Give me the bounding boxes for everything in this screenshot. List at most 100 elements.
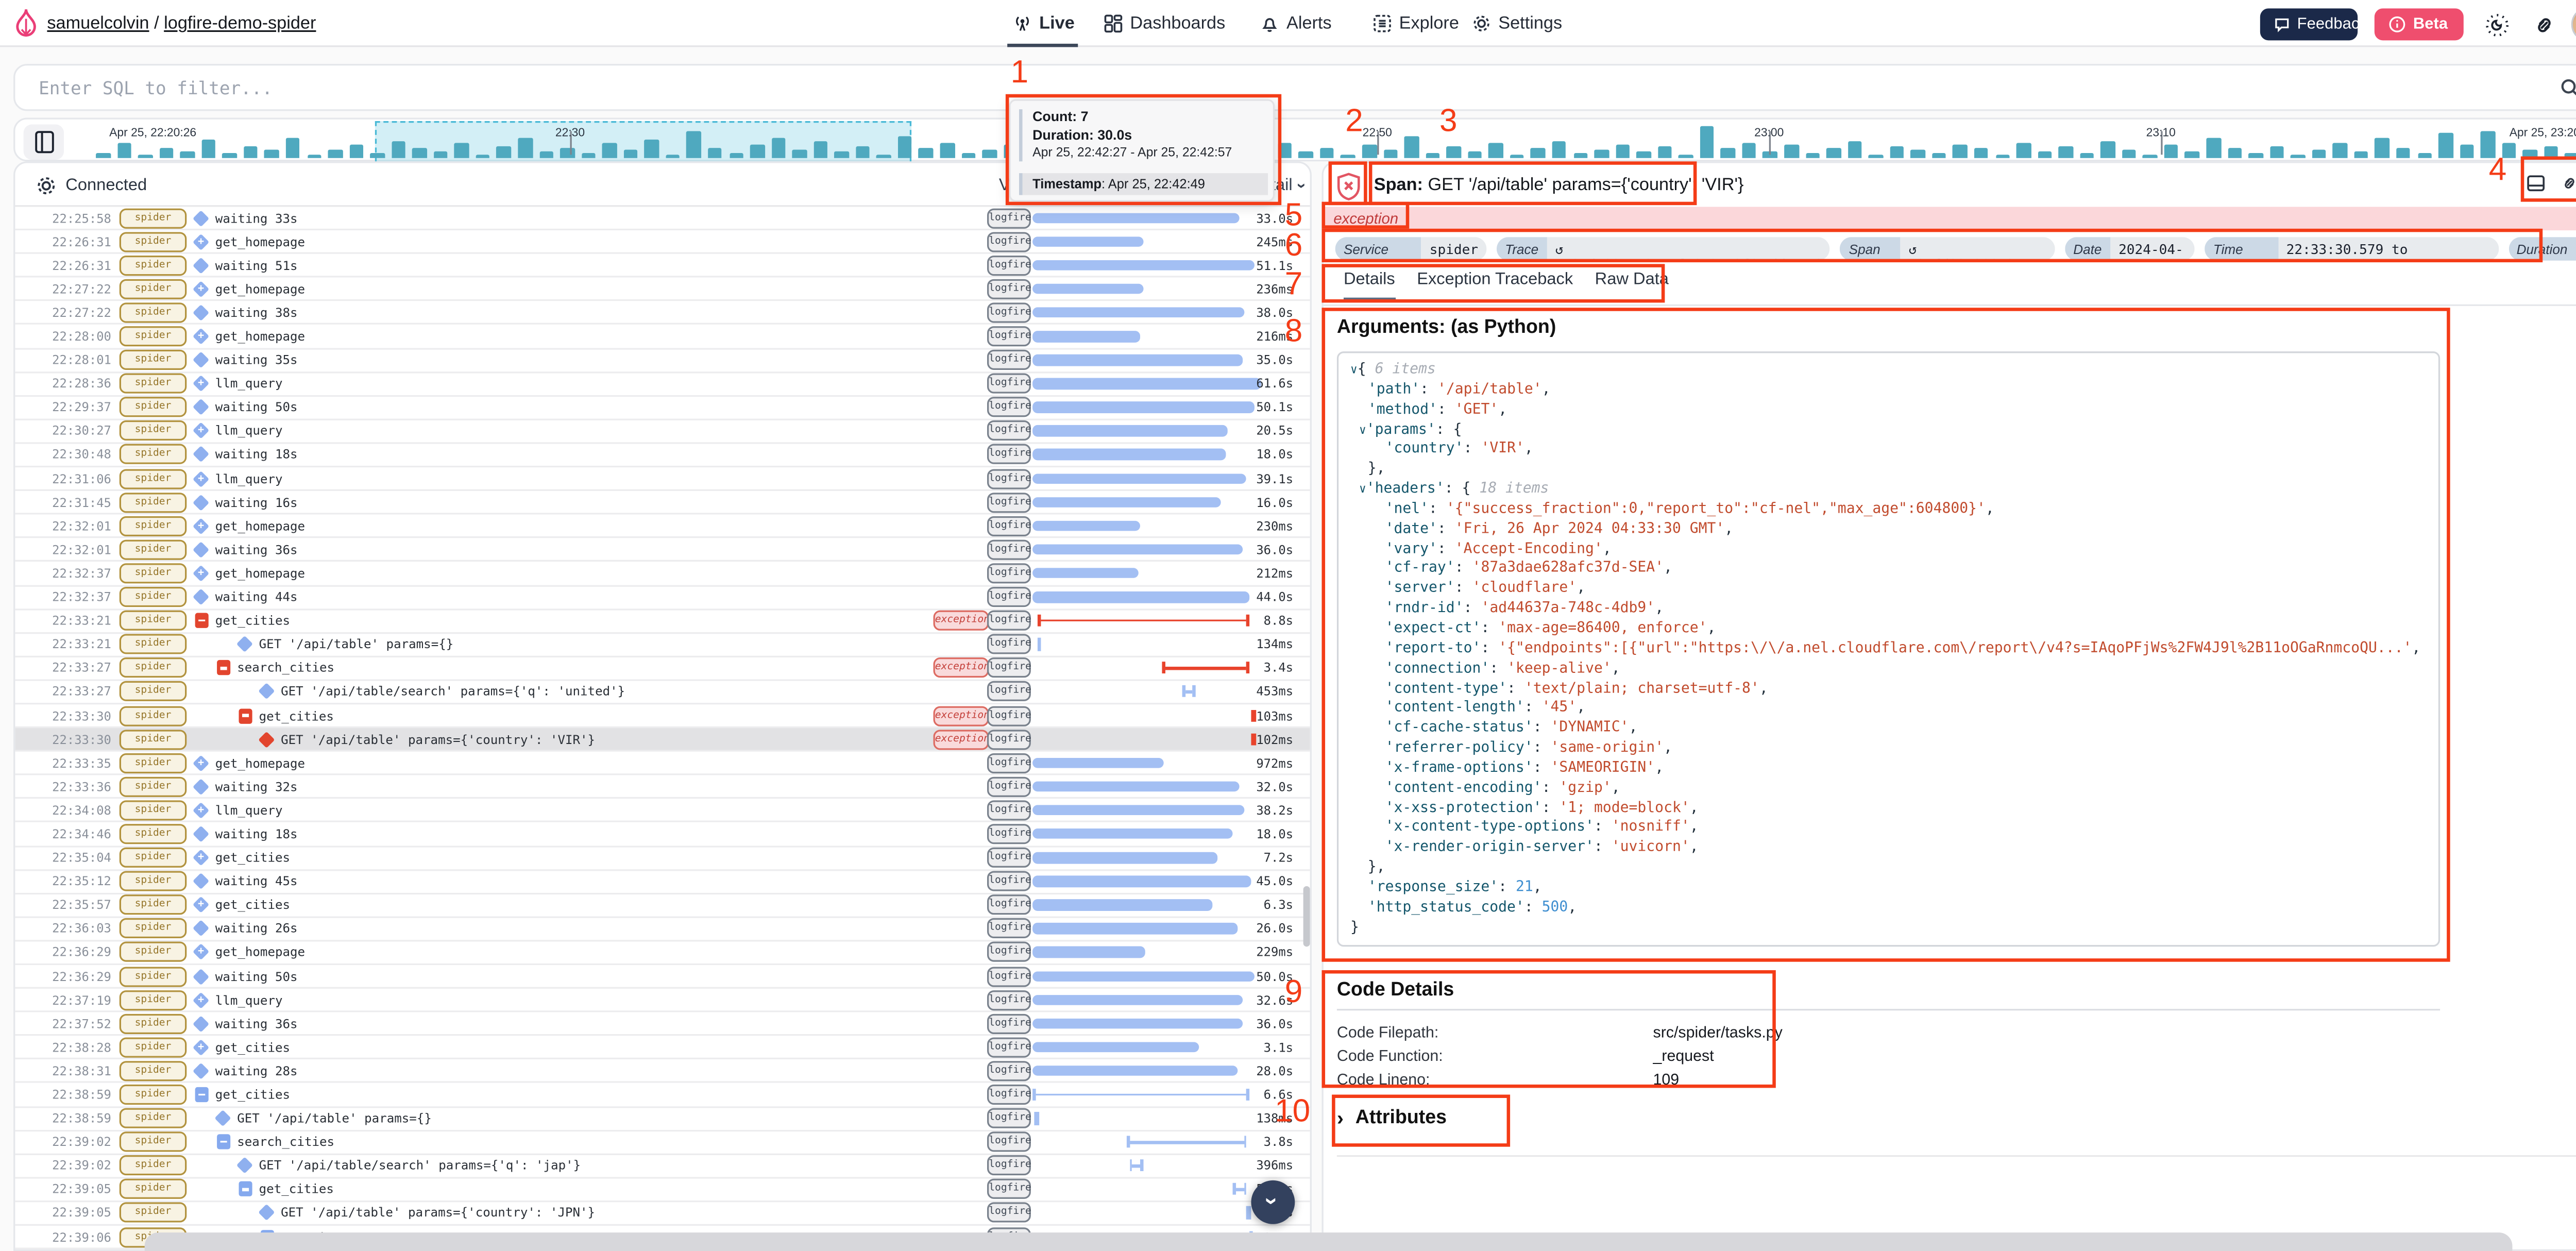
breadcrumb-project-link[interactable]: logfire-demo-spider: [164, 13, 316, 33]
trace-row[interactable]: 22:29:37spiderwaiting 50slogfire50.1s: [15, 396, 1310, 420]
span-diamond-icon[interactable]: [258, 683, 275, 700]
trace-row[interactable]: 22:31:06spider+llm_querylogfire39.1s: [15, 467, 1310, 491]
tab-live[interactable]: Live: [1012, 0, 1075, 47]
histogram-bar[interactable]: [1742, 143, 1756, 158]
share-link-icon[interactable]: [2531, 12, 2557, 39]
span-diamond-icon[interactable]: [193, 352, 209, 368]
histogram-bar[interactable]: [1700, 126, 1714, 158]
histogram-bar[interactable]: [518, 138, 532, 158]
trace-row[interactable]: 22:33:21spiderGET '/api/table' params={}…: [15, 633, 1310, 657]
histogram-bar[interactable]: [708, 148, 722, 158]
histogram-bar[interactable]: [2143, 155, 2157, 158]
span-diamond-icon[interactable]: [193, 920, 209, 937]
histogram-bar[interactable]: [1531, 148, 1546, 158]
trace-row[interactable]: 22:26:31spiderwaiting 51slogfire51.1s: [15, 254, 1310, 278]
collapse-error-icon[interactable]: [217, 661, 229, 675]
avatar[interactable]: [2571, 7, 2576, 42]
span-diamond-icon[interactable]: [193, 305, 209, 321]
histogram-bar[interactable]: [856, 146, 870, 158]
trace-row[interactable]: 22:30:27spider+llm_querylogfire20.5s: [15, 420, 1310, 444]
histogram-bar[interactable]: [391, 141, 405, 158]
histogram-bar[interactable]: [2101, 141, 2115, 158]
tab-settings[interactable]: Settings: [1471, 0, 1562, 47]
collapse-error-icon[interactable]: [239, 708, 251, 723]
histogram-bar[interactable]: [2248, 153, 2263, 158]
histogram-bar[interactable]: [2185, 151, 2199, 158]
histogram-bar[interactable]: [1426, 153, 1440, 158]
logfire-logo-icon[interactable]: [13, 7, 39, 40]
scrollbar-thumb[interactable]: [1303, 886, 1309, 946]
histogram-bar[interactable]: [223, 153, 237, 158]
histogram-bar[interactable]: [2269, 146, 2284, 158]
histogram-bar[interactable]: [1510, 155, 1524, 158]
trace-row[interactable]: 22:28:01spiderwaiting 35slogfire35.0s: [15, 349, 1310, 373]
timeline-panel-toggle[interactable]: [24, 124, 64, 159]
histogram-bar[interactable]: [792, 149, 807, 158]
histogram-bar[interactable]: [1995, 155, 2010, 158]
histogram-bar[interactable]: [2438, 133, 2453, 158]
histogram-bar[interactable]: [1404, 136, 1419, 158]
trace-row[interactable]: 22:32:01spiderwaiting 36slogfire36.0s: [15, 538, 1310, 562]
span-expand-icon[interactable]: +: [193, 991, 209, 1008]
trace-row[interactable]: 22:38:28spider+get_citieslogfire3.1s: [15, 1036, 1310, 1060]
histogram-bar[interactable]: [581, 153, 596, 158]
histogram-bar[interactable]: [244, 146, 258, 158]
histogram-bar[interactable]: [1615, 145, 1630, 158]
histogram-bar[interactable]: [602, 143, 617, 158]
span-diamond-icon[interactable]: [214, 1110, 231, 1126]
histogram-bar[interactable]: [687, 131, 701, 158]
span-expand-icon[interactable]: +: [193, 233, 209, 250]
histogram-bar[interactable]: [1447, 146, 1461, 158]
trace-row[interactable]: 22:28:00spider+get_homepagelogfire216ms: [15, 325, 1310, 349]
histogram-bar[interactable]: [2291, 155, 2305, 158]
histogram-bar[interactable]: [1489, 143, 1503, 158]
trace-row[interactable]: 22:38:59spiderGET '/api/table' params={}…: [15, 1107, 1310, 1131]
tab-explore[interactable]: Explore: [1372, 0, 1459, 47]
histogram-bar[interactable]: [940, 143, 955, 158]
histogram-bar[interactable]: [2059, 146, 2073, 158]
histogram-bar[interactable]: [159, 148, 174, 158]
histogram-bar[interactable]: [1848, 141, 1862, 158]
histogram-bar[interactable]: [370, 153, 385, 158]
connection-settings-icon[interactable]: [36, 174, 57, 196]
histogram-bar[interactable]: [919, 148, 934, 158]
histogram-bar[interactable]: [645, 140, 659, 158]
histogram-bar[interactable]: [1341, 155, 1355, 158]
trace-row[interactable]: 22:35:57spider+get_citieslogfire6.3s: [15, 894, 1310, 918]
span-expand-icon[interactable]: +: [193, 802, 209, 818]
histogram-bar[interactable]: [96, 153, 110, 158]
histogram-bar[interactable]: [2375, 138, 2389, 158]
histogram-bar[interactable]: [328, 149, 343, 158]
trace-row[interactable]: 22:37:52spiderwaiting 36slogfire36.0s: [15, 1012, 1310, 1036]
span-diamond-icon[interactable]: [193, 257, 209, 274]
histogram-bar[interactable]: [1932, 153, 1946, 158]
histogram-bar[interactable]: [1679, 155, 1693, 158]
span-expand-icon[interactable]: +: [193, 1039, 209, 1055]
trace-row[interactable]: 22:36:29spider+get_homepagelogfire229ms: [15, 941, 1310, 965]
theme-toggle-icon[interactable]: [2484, 12, 2511, 39]
trace-row[interactable]: 22:26:31spider+get_homepagelogfire245ms: [15, 230, 1310, 254]
beta-button[interactable]: Beta: [2375, 8, 2464, 40]
histogram-bar[interactable]: [1911, 149, 1925, 158]
span-diamond-icon[interactable]: [193, 494, 209, 511]
span-diamond-icon[interactable]: [193, 873, 209, 889]
histogram-bar[interactable]: [1594, 149, 1608, 158]
histogram-bar[interactable]: [180, 151, 195, 158]
span-diamond-icon[interactable]: [193, 778, 209, 794]
span-expand-icon[interactable]: +: [193, 328, 209, 345]
trace-row[interactable]: 22:30:48spiderwaiting 18slogfire18.0s: [15, 444, 1310, 467]
trace-row[interactable]: 22:39:05spiderget_citieslogfire591ms: [15, 1178, 1310, 1202]
histogram-bar[interactable]: [2227, 148, 2242, 158]
collapse-icon[interactable]: [195, 1087, 208, 1102]
histogram-bar[interactable]: [497, 146, 511, 158]
span-error-icon[interactable]: [258, 731, 275, 747]
histogram-bar[interactable]: [982, 149, 996, 158]
trace-row[interactable]: 22:39:05spiderGET '/api/table' params={'…: [15, 1202, 1310, 1226]
trace-row[interactable]: 22:33:30spiderGET '/api/table' params={'…: [15, 728, 1310, 752]
span-expand-icon[interactable]: +: [193, 518, 209, 534]
histogram-bar[interactable]: [413, 148, 427, 158]
trace-row[interactable]: 22:37:19spider+llm_querylogfire32.6s: [15, 989, 1310, 1012]
histogram-bar[interactable]: [349, 145, 364, 158]
tab-dashboards[interactable]: Dashboards: [1103, 0, 1225, 47]
histogram-bar[interactable]: [138, 155, 152, 158]
